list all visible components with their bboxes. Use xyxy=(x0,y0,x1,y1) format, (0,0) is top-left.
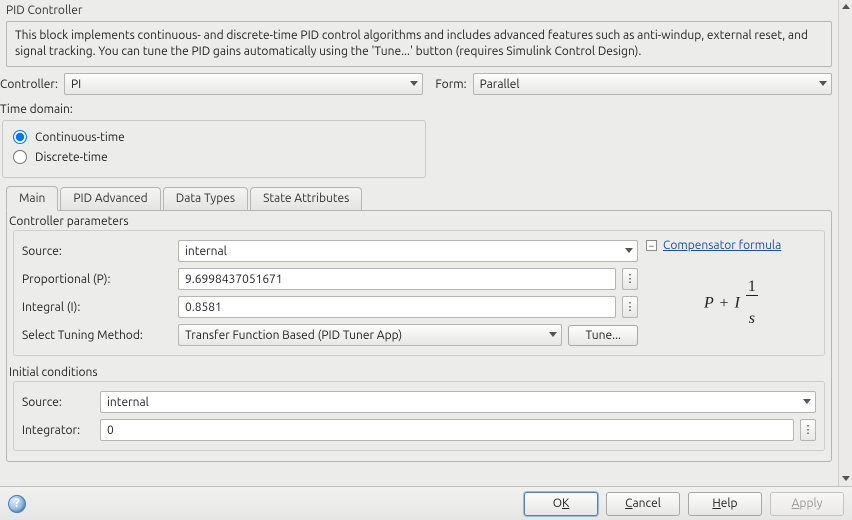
tab-panel-main: Controller parameters Source: internal P… xyxy=(6,210,832,462)
form-select-value: Parallel xyxy=(480,78,520,91)
cp-i-label: Integral (I): xyxy=(22,301,172,314)
ok-pre: O xyxy=(553,497,562,510)
cp-tuning-select-value: Transfer Function Based (PID Tuner App) xyxy=(185,329,402,342)
continuous-time-radio[interactable]: Continuous-time xyxy=(13,127,415,147)
formula-num: 1 xyxy=(746,279,758,296)
apply-post: pply xyxy=(799,497,822,510)
help-post: elp xyxy=(721,497,738,510)
compensator-formula: P + I 1 s xyxy=(646,286,816,322)
cancel-post: ancel xyxy=(633,497,661,510)
cp-tuning-select[interactable]: Transfer Function Based (PID Tuner App) xyxy=(178,324,562,346)
apply-button: Apply xyxy=(770,492,844,516)
cp-p-input[interactable]: 9.6998437051671 xyxy=(178,268,616,290)
formula-i: I xyxy=(734,295,739,312)
apply-mn: A xyxy=(792,497,800,510)
form-select[interactable]: Parallel xyxy=(473,73,832,95)
ic-integrator-label: Integrator: xyxy=(22,424,94,437)
controller-parameters-title: Controller parameters xyxy=(7,211,831,230)
scroll-down-icon[interactable] xyxy=(839,472,852,486)
cancel-button[interactable]: Cancel xyxy=(606,492,680,516)
cp-source-label: Source: xyxy=(22,245,172,258)
ic-integrator-value: 0 xyxy=(107,424,114,437)
block-description: This block implements continuous- and di… xyxy=(6,21,832,67)
controller-parameters-box: Source: internal Proportional (P): 9.699… xyxy=(13,230,825,356)
cp-p-label: Proportional (P): xyxy=(22,273,172,286)
cp-i-value: 0.8581 xyxy=(185,301,222,314)
compensator-formula-link[interactable]: Compensator formula xyxy=(663,239,781,252)
cp-p-value: 9.6998437051671 xyxy=(185,273,283,286)
context-help-icon[interactable]: ? xyxy=(8,495,26,513)
dialog-button-bar: ? OK Cancel Help Apply xyxy=(0,486,852,520)
time-domain-label: Time domain: xyxy=(0,99,838,120)
cp-source-select-value: internal xyxy=(185,245,227,258)
cp-i-actions-button[interactable]: ⋮ xyxy=(622,296,638,318)
ic-source-select[interactable]: internal xyxy=(100,391,816,413)
tabstrip: Main PID Advanced Data Types State Attri… xyxy=(6,186,832,210)
cp-tuning-label: Select Tuning Method: xyxy=(22,329,172,342)
continuous-time-radio-label: Continuous-time xyxy=(35,131,125,144)
cp-source-select[interactable]: internal xyxy=(178,240,638,262)
controller-label: Controller: xyxy=(0,78,58,91)
help-button[interactable]: Help xyxy=(688,492,762,516)
cp-i-input[interactable]: 0.8581 xyxy=(178,296,616,318)
ic-integrator-input[interactable]: 0 xyxy=(100,419,794,441)
scroll-up-icon[interactable] xyxy=(839,0,852,14)
discrete-time-radio-input[interactable] xyxy=(13,150,27,164)
tune-button[interactable]: Tune... xyxy=(568,325,638,346)
ic-integrator-actions-button[interactable]: ⋮ xyxy=(800,419,816,441)
chevron-down-icon xyxy=(803,399,811,405)
ic-source-label: Source: xyxy=(22,396,94,409)
formula-p: P xyxy=(704,295,713,312)
ok-button[interactable]: OK xyxy=(524,492,598,516)
discrete-time-radio-label: Discrete-time xyxy=(35,151,108,164)
tab-main[interactable]: Main xyxy=(6,186,58,211)
controller-select-value: PI xyxy=(71,78,81,91)
help-mn: H xyxy=(712,497,720,510)
vertical-scrollbar[interactable] xyxy=(838,0,852,486)
form-label: Form: xyxy=(435,78,466,91)
tab-pid-advanced[interactable]: PID Advanced xyxy=(60,187,160,210)
cancel-mn: C xyxy=(625,497,632,510)
formula-plus: + xyxy=(717,295,730,312)
continuous-time-radio-input[interactable] xyxy=(13,130,27,144)
chevron-down-icon xyxy=(625,248,633,254)
tab-state-attributes[interactable]: State Attributes xyxy=(250,187,362,210)
chevron-down-icon xyxy=(549,332,557,338)
ok-mn: K xyxy=(562,497,569,510)
initial-conditions-box: Source: internal Integrator: 0 ⋮ xyxy=(13,381,825,451)
discrete-time-radio[interactable]: Discrete-time xyxy=(13,147,415,167)
chevron-down-icon xyxy=(819,81,827,87)
chevron-down-icon xyxy=(410,81,418,87)
initial-conditions-title: Initial conditions xyxy=(7,362,831,381)
tab-data-types[interactable]: Data Types xyxy=(163,187,248,210)
formula-den: s xyxy=(746,311,758,327)
block-title: PID Controller xyxy=(0,0,838,19)
cp-p-actions-button[interactable]: ⋮ xyxy=(622,268,638,290)
compensator-collapse-icon[interactable]: − xyxy=(646,240,657,251)
time-domain-fieldset: Continuous-time Discrete-time xyxy=(2,120,426,178)
ic-source-select-value: internal xyxy=(107,396,149,409)
controller-select[interactable]: PI xyxy=(64,73,423,95)
